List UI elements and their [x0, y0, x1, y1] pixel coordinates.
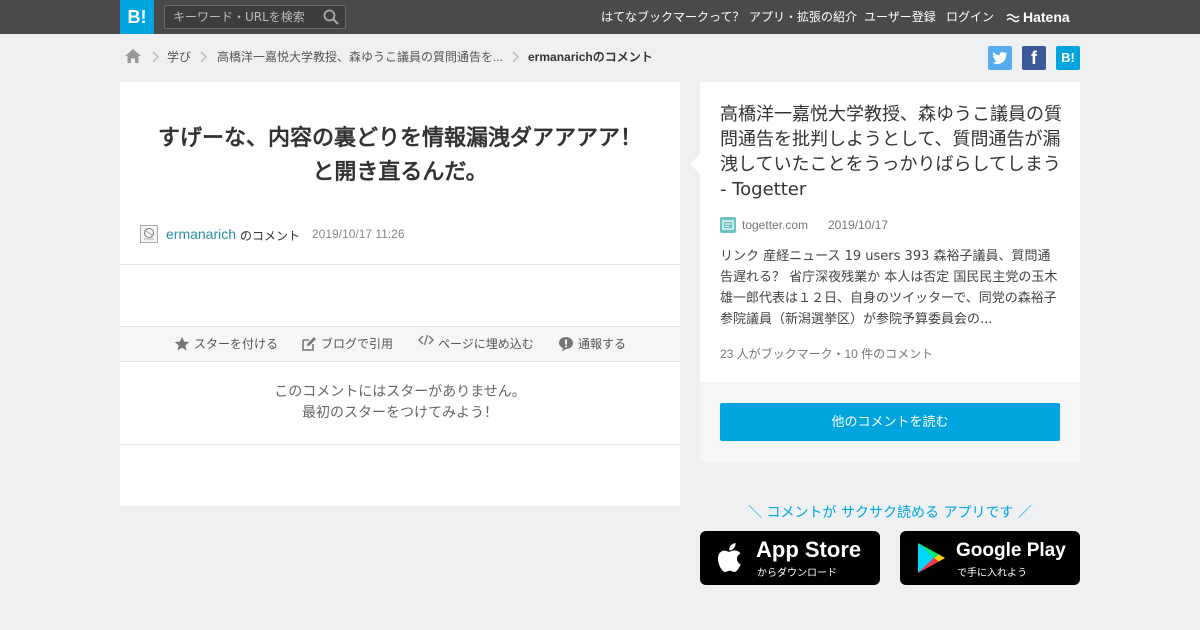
comment-actions: スターを付ける ブログで引用 ページに埋め込む 通報する: [120, 326, 680, 362]
comment-date[interactable]: 2019/10/17 11:26: [312, 227, 405, 241]
entry-counts[interactable]: 23 人がブックマーク・10 件のコメント: [720, 345, 933, 362]
comment-text-line-2: と開き直るんだ。: [312, 160, 488, 185]
hatena-share-button[interactable]: B!: [1056, 46, 1080, 70]
breadcrumb-current: ermanarichのコメント: [528, 50, 653, 64]
code-icon: [418, 334, 434, 346]
entry-title[interactable]: 高橋洋一嘉悦大学教授、森ゆうこ議員の質問通告を批判しようとして、質問通告が漏洩し…: [720, 102, 1062, 202]
app-store-subtitle: からダウンロード: [757, 568, 837, 579]
no-star-message: このコメントにはスターがありません。 最初のスターをつけてみよう！: [120, 382, 680, 424]
apple-icon: [718, 543, 741, 572]
avatar-sketch-icon: [144, 228, 154, 240]
search-icon[interactable]: [323, 9, 339, 25]
hatena-brand[interactable]: Hatena: [1006, 0, 1070, 34]
chevron-right-icon: [512, 51, 520, 63]
twitter-icon: [992, 51, 1007, 65]
nav-apps[interactable]: アプリ・拡張の紹介: [749, 0, 857, 34]
comment-text: すげーな、内容の裏どりを情報漏洩ダアアアア！ と開き直るんだ。: [140, 122, 660, 190]
facebook-share-button[interactable]: f: [1022, 46, 1046, 70]
top-bar: B! はてなブックマークって？ アプリ・拡張の紹介 ユーザー登録 ログイン Ha…: [0, 0, 1200, 34]
search-box[interactable]: [164, 5, 346, 29]
search-input[interactable]: [165, 6, 315, 28]
star-button-label: スターを付ける: [194, 337, 279, 351]
blog-quote-label: ブログで引用: [321, 337, 394, 351]
google-play-title: Google Play: [956, 540, 1066, 561]
read-other-comments-button[interactable]: 他のコメントを読む: [720, 403, 1060, 441]
chevron-right-icon: [200, 51, 208, 63]
chevron-right-icon: [152, 51, 160, 63]
twitter-share-button[interactable]: [988, 46, 1012, 70]
nav-login[interactable]: ログイン: [946, 0, 994, 34]
togetter-favicon-icon: [720, 217, 736, 233]
app-store-title: App Store: [756, 537, 862, 562]
hatena-bookmark-logo[interactable]: B!: [120, 0, 154, 34]
embed-label: ページに埋め込む: [438, 337, 534, 351]
nav-about[interactable]: はてなブックマークって？: [601, 0, 744, 34]
google-play-badge[interactable]: Google Play で手に入れよう: [900, 531, 1080, 585]
home-icon[interactable]: [124, 48, 142, 64]
app-tagline: ＼ コメントが サクサク読める アプリです ／: [748, 505, 1032, 521]
google-play-icon: [918, 543, 945, 573]
entry-pointer: [690, 154, 700, 174]
entry-panel: 高橋洋一嘉悦大学教授、森ゆうこ議員の質問通告を批判しようとして、質問通告が漏洩し…: [700, 82, 1080, 382]
divider: [120, 264, 680, 265]
comment-user-link[interactable]: ermanarich: [166, 226, 236, 242]
avatar[interactable]: [140, 225, 158, 243]
comment-card: すげーな、内容の裏どりを情報漏洩ダアアアア！ と開き直るんだ。 ermanari…: [120, 82, 680, 506]
app-store-badge[interactable]: App Store からダウンロード: [700, 531, 880, 585]
hatena-brand-label: Hatena: [1023, 9, 1070, 25]
comment-text-line-1: すげーな、内容の裏どりを情報漏洩ダアアアア！: [157, 126, 642, 151]
nav-register[interactable]: ユーザー登録: [864, 0, 936, 34]
google-play-subtitle: で手に入れよう: [957, 568, 1027, 579]
entry-domain-link[interactable]: togetter.com: [742, 218, 808, 232]
breadcrumb-entry[interactable]: 高橋洋一嘉悦大学教授、森ゆうこ議員の質問通告を...: [217, 46, 503, 68]
entry-date: 2019/10/17: [828, 218, 889, 232]
report-label: 通報する: [578, 337, 627, 351]
no-star-line-1: このコメントにはスターがありません。: [274, 384, 526, 400]
togetter-logo-icon: [722, 220, 734, 230]
report-icon: [559, 337, 573, 352]
edit-icon: [302, 337, 316, 351]
star-icon: [174, 336, 190, 351]
entry-summary: リンク 産経ニュース 19 users 393 森裕子議員、質問通告遅れる？ 省…: [720, 249, 1058, 327]
no-star-line-2: 最初のスターをつけてみよう！: [302, 405, 498, 421]
breadcrumb-category[interactable]: 学び: [167, 46, 191, 68]
comment-suffix: のコメント: [240, 229, 301, 243]
read-comments-box: 他のコメントを読む: [700, 382, 1080, 462]
divider: [120, 444, 680, 445]
hatena-wave-icon: [1006, 14, 1020, 23]
